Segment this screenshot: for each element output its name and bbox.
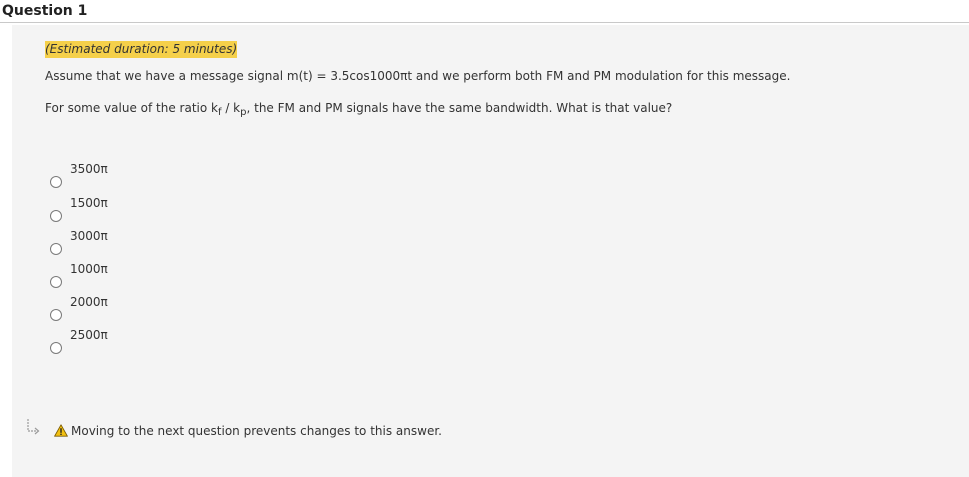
radio-button[interactable] (50, 243, 62, 255)
answer-option[interactable]: 1500π (50, 196, 170, 226)
question-title: Question 1 (2, 3, 88, 19)
question-text: Assume that we have a message signal m(t… (45, 69, 791, 83)
answer-option[interactable]: 1000π (50, 262, 170, 292)
option-label[interactable]: 2500π (70, 328, 108, 342)
estimated-duration: (Estimated duration: 5 minutes) (45, 41, 238, 58)
prompt-prefix: For some value of the ratio k (45, 101, 218, 115)
radio-button[interactable] (50, 210, 62, 222)
prompt-suffix: , the FM and PM signals have the same ba… (246, 101, 673, 115)
answer-option[interactable]: 3000π (50, 229, 170, 259)
prompt-mid: / k (221, 101, 241, 115)
option-label[interactable]: 1500π (70, 196, 108, 210)
warning-message: Moving to the next question prevents cha… (71, 424, 442, 438)
option-label[interactable]: 2000π (70, 295, 108, 309)
answer-option[interactable]: 2500π (50, 328, 170, 358)
radio-button[interactable] (50, 176, 62, 188)
question-prompt: For some value of the ratio kf / kp, the… (45, 101, 672, 118)
option-label[interactable]: 1000π (70, 262, 108, 276)
question-header: Question 1 (0, 0, 969, 23)
warning-icon (54, 424, 68, 437)
radio-button[interactable] (50, 309, 62, 321)
option-label[interactable]: 3000π (70, 229, 108, 243)
option-label[interactable]: 3500π (70, 162, 108, 176)
arrow-icon (27, 419, 40, 435)
radio-button[interactable] (50, 276, 62, 288)
answer-option[interactable]: 3500π (50, 162, 170, 192)
radio-button[interactable] (50, 342, 62, 354)
answer-option[interactable]: 2000π (50, 295, 170, 325)
